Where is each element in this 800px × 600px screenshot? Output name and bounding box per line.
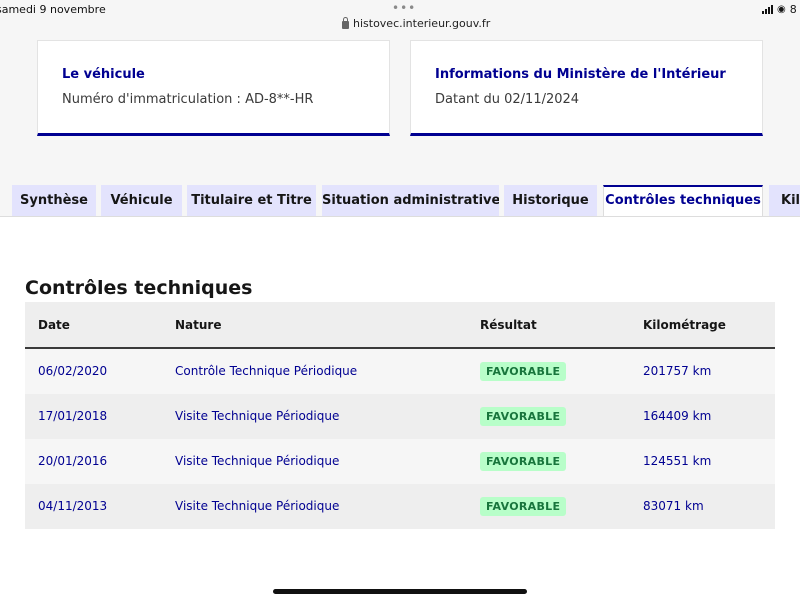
header-result: Résultat	[480, 318, 537, 332]
more-dots-icon[interactable]: •••	[392, 1, 416, 15]
status-badge: FAVORABLE	[480, 407, 567, 426]
status-bar: samedi 9 novembre ••• histovec.interieur…	[0, 0, 800, 36]
tab-bar: Synthèse Véhicule Titulaire et Titre Sit…	[12, 185, 800, 217]
header-mileage: Kilométrage	[643, 318, 726, 332]
lock-icon	[342, 16, 349, 29]
row-mileage: 124551 km	[643, 454, 712, 468]
page-title: Contrôles techniques	[25, 277, 253, 299]
row-mileage: 83071 km	[643, 499, 704, 513]
header-nature: Nature	[175, 318, 222, 332]
row-date: 20/01/2016	[38, 454, 108, 468]
row-nature: Visite Technique Périodique	[175, 409, 340, 423]
table-row: 04/11/2013 Visite Technique Périodique F…	[25, 484, 775, 529]
status-badge: FAVORABLE	[480, 362, 567, 381]
row-mileage: 164409 km	[643, 409, 712, 423]
vehicle-card: Le véhicule Numéro d'immatriculation : A…	[37, 40, 390, 136]
tab-kilometrage[interactable]: Kilo	[769, 185, 800, 217]
vehicle-registration: Numéro d'immatriculation : AD-8**-HR	[62, 92, 314, 107]
battery-level: 8	[789, 3, 797, 16]
tab-controles-techniques[interactable]: Contrôles techniques	[603, 185, 763, 217]
row-nature: Visite Technique Périodique	[175, 454, 340, 468]
row-date: 17/01/2018	[38, 409, 108, 423]
tab-historique[interactable]: Historique	[504, 185, 597, 217]
row-date: 04/11/2013	[38, 499, 108, 513]
ministry-card-title: Informations du Ministère de l'Intérieur	[435, 67, 726, 82]
address-url: histovec.interieur.gouv.fr	[353, 17, 491, 30]
status-indicators: ◉ 8	[762, 3, 797, 16]
table-row: 17/01/2018 Visite Technique Périodique F…	[25, 394, 775, 439]
tab-situation-administrative[interactable]: Situation administrative	[322, 185, 499, 217]
tab-titulaire[interactable]: Titulaire et Titre	[187, 185, 316, 217]
row-nature: Contrôle Technique Périodique	[175, 364, 358, 378]
row-nature: Visite Technique Périodique	[175, 499, 340, 513]
vehicle-card-title: Le véhicule	[62, 67, 145, 82]
status-badge: FAVORABLE	[480, 497, 567, 516]
home-indicator[interactable]	[273, 589, 527, 594]
wifi-icon: ◉	[777, 4, 786, 15]
tab-panel: Contrôles techniques Date Nature Résulta…	[0, 216, 800, 600]
tab-synthese[interactable]: Synthèse	[12, 185, 96, 217]
tab-vehicule[interactable]: Véhicule	[101, 185, 182, 217]
ministry-card: Informations du Ministère de l'Intérieur…	[410, 40, 763, 136]
signal-icon	[762, 5, 773, 14]
status-date: samedi 9 novembre	[0, 3, 106, 16]
row-date: 06/02/2020	[38, 364, 108, 378]
table-row: 20/01/2016 Visite Technique Périodique F…	[25, 439, 775, 484]
ministry-date: Datant du 02/11/2024	[435, 92, 580, 107]
status-badge: FAVORABLE	[480, 452, 567, 471]
table-row: 06/02/2020 Contrôle Technique Périodique…	[25, 349, 775, 394]
header-date: Date	[38, 318, 70, 332]
row-mileage: 201757 km	[643, 364, 712, 378]
table-header: Date Nature Résultat Kilométrage	[25, 302, 775, 349]
address-bar[interactable]: histovec.interieur.gouv.fr	[342, 16, 491, 30]
technical-inspections-table: Date Nature Résultat Kilométrage 06/02/2…	[25, 302, 775, 529]
